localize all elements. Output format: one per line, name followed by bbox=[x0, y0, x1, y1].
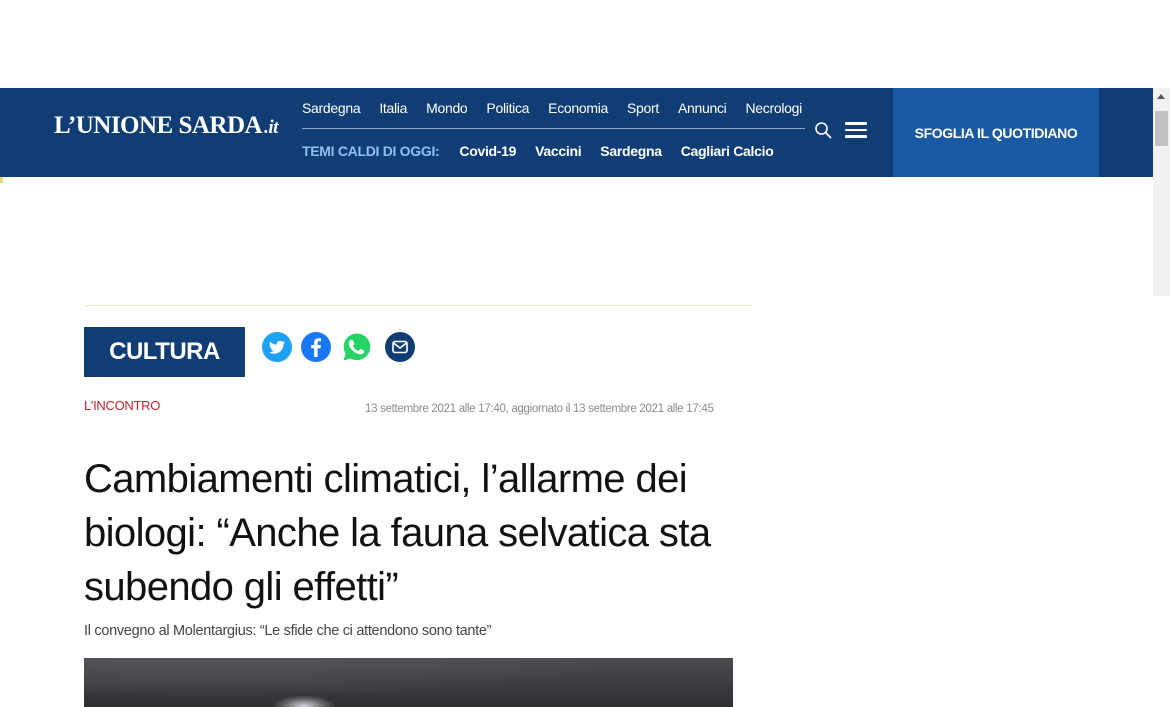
nav-item-sport[interactable]: Sport bbox=[627, 100, 659, 120]
main-nav: Sardegna Italia Mondo Politica Economia … bbox=[302, 100, 802, 120]
hot-topics-nav: TEMI CALDI DI OGGI: Covid-19 Vaccini Sar… bbox=[302, 143, 792, 159]
article-kicker[interactable]: L'INCONTRO bbox=[84, 398, 160, 413]
hamburger-menu-icon[interactable] bbox=[845, 122, 867, 138]
accent-mark bbox=[0, 177, 3, 183]
hot-topics-label: TEMI CALDI DI OGGI: bbox=[302, 143, 440, 159]
nav-item-economia[interactable]: Economia bbox=[548, 100, 608, 120]
newspaper-button[interactable]: SFOGLIA IL QUOTIDIANO bbox=[893, 88, 1099, 177]
search-icon[interactable] bbox=[814, 121, 832, 139]
article-dates: 13 settembre 2021 alle 17:40, aggiornato… bbox=[365, 403, 714, 415]
article-subtitle: Il convegno al Molentargius: “Le sfide c… bbox=[84, 623, 492, 639]
nav-item-mondo[interactable]: Mondo bbox=[426, 100, 468, 120]
nav-item-politica[interactable]: Politica bbox=[486, 100, 529, 120]
article-top-divider bbox=[84, 305, 752, 306]
hero-image-highlight bbox=[274, 696, 334, 707]
hot-topic-cagliari-calcio[interactable]: Cagliari Calcio bbox=[681, 143, 774, 159]
article-hero-image[interactable] bbox=[84, 658, 733, 707]
nav-item-sardegna[interactable]: Sardegna bbox=[302, 100, 361, 120]
hot-topic-sardegna[interactable]: Sardegna bbox=[600, 143, 662, 159]
nav-item-italia[interactable]: Italia bbox=[379, 100, 407, 120]
email-icon[interactable] bbox=[384, 331, 416, 363]
article-headline: Cambiamenti climatici, l’allarme dei bio… bbox=[84, 457, 711, 609]
twitter-icon[interactable] bbox=[261, 331, 293, 363]
logo-domain: .it bbox=[264, 117, 278, 138]
hot-topic-covid[interactable]: Covid-19 bbox=[459, 143, 516, 159]
nav-divider bbox=[302, 128, 805, 129]
hot-topic-vaccini[interactable]: Vaccini bbox=[535, 143, 581, 159]
scroll-up-arrow-icon[interactable] bbox=[1157, 94, 1165, 99]
facebook-icon[interactable] bbox=[300, 331, 332, 363]
scrollbar-thumb[interactable] bbox=[1155, 111, 1168, 146]
nav-item-annunci[interactable]: Annunci bbox=[678, 100, 727, 120]
section-badge[interactable]: CULTURA bbox=[84, 327, 245, 377]
whatsapp-icon[interactable] bbox=[341, 331, 373, 363]
site-logo[interactable]: L’UNIONE SARDA .it bbox=[54, 112, 278, 140]
hero-image-shading bbox=[84, 658, 733, 707]
nav-item-necrologi[interactable]: Necrologi bbox=[745, 100, 802, 120]
logo-text: L’UNIONE SARDA bbox=[54, 112, 263, 139]
